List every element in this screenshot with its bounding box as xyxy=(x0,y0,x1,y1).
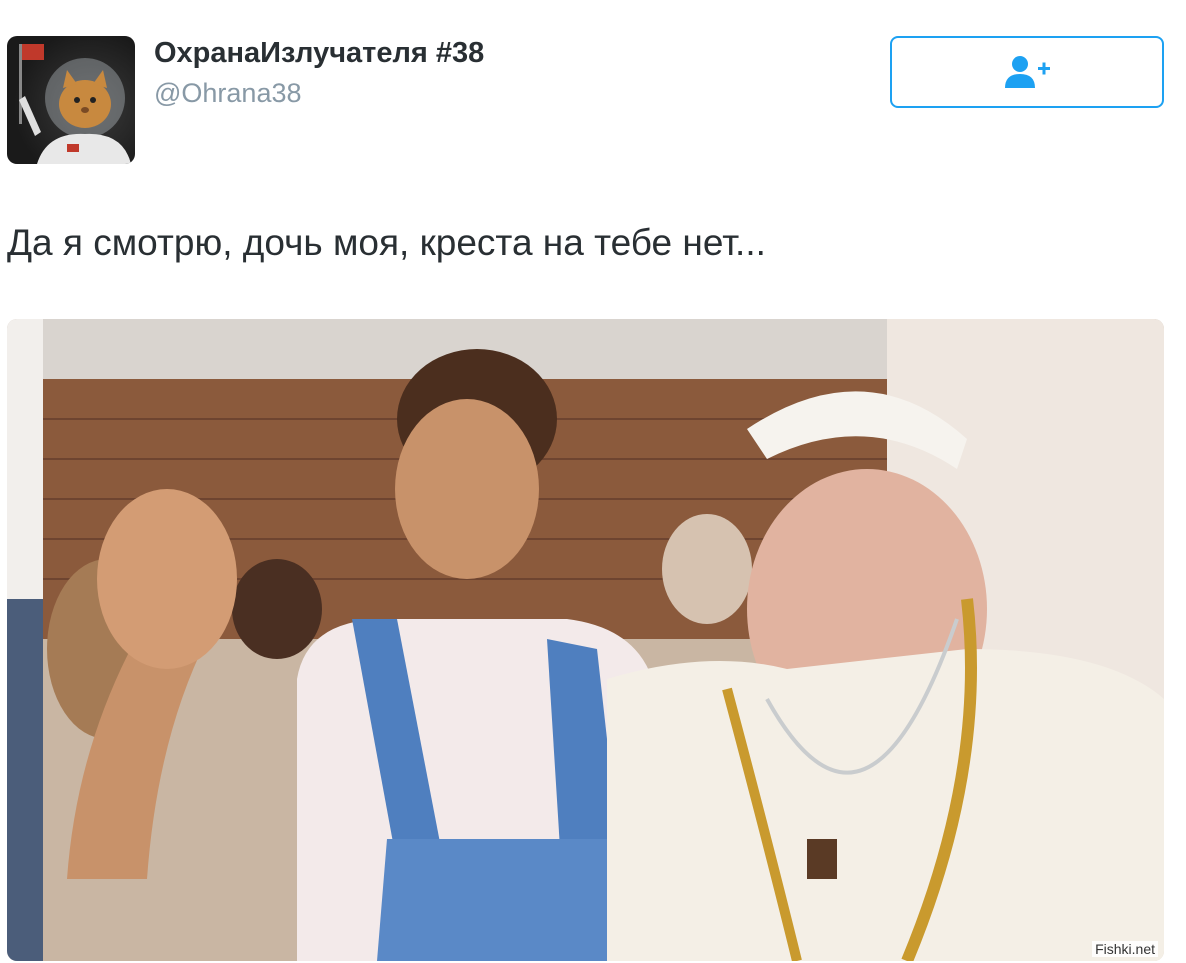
watermark: Fishki.net xyxy=(1092,941,1158,957)
tweet-photo[interactable]: Fishki.net xyxy=(7,319,1164,961)
avatar[interactable] xyxy=(7,36,135,164)
user-handle[interactable]: @Ohrana38 xyxy=(154,76,484,110)
add-user-icon xyxy=(1005,56,1050,88)
follow-button[interactable] xyxy=(890,36,1164,108)
user-names: ОхранаИзлучателя #38 @Ohrana38 xyxy=(154,36,484,110)
display-name[interactable]: ОхранаИзлучателя #38 xyxy=(154,36,484,70)
tweet-text: Да я смотрю, дочь моя, креста на тебе не… xyxy=(7,222,766,263)
